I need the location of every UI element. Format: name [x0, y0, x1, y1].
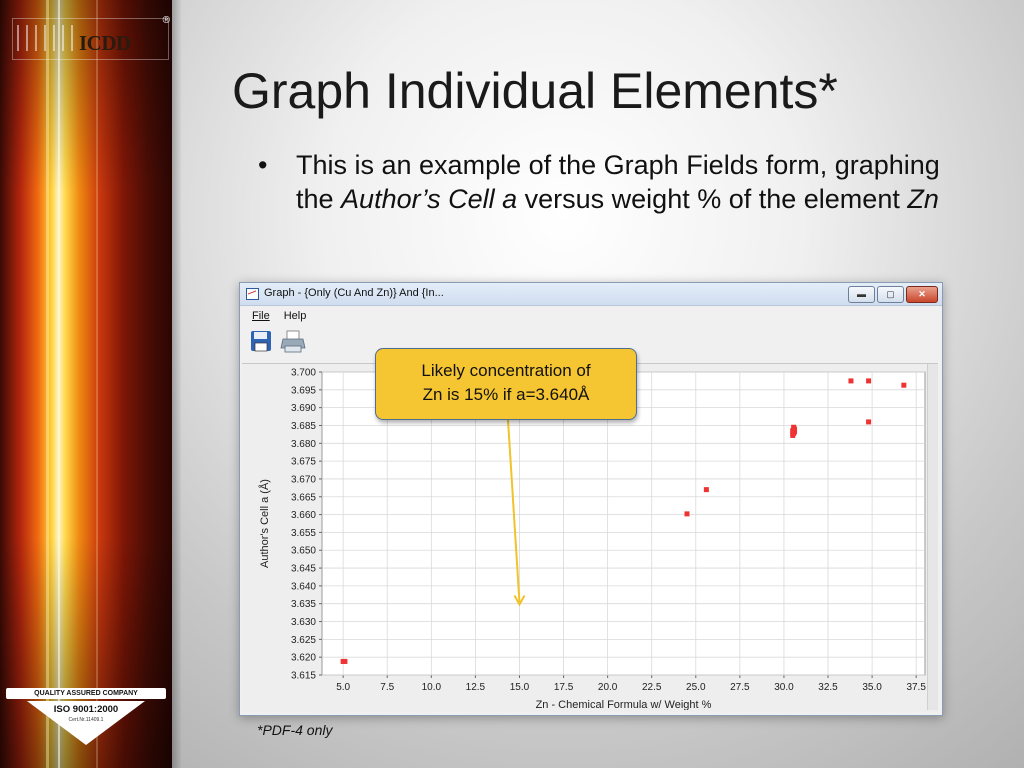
icdd-logo: ICDD ® — [12, 15, 170, 60]
data-point — [791, 424, 797, 430]
bullet-text-italic2: Zn — [907, 184, 939, 214]
iso-header: QUALITY ASSURED COMPANY — [6, 688, 166, 699]
print-icon[interactable] — [280, 330, 306, 354]
iso-standard: ISO 9001:2000 — [53, 704, 119, 715]
y-tick-label: 3.700 — [291, 368, 316, 379]
y-tick-label: 3.630 — [291, 617, 316, 628]
callout-box: Likely concentration of Zn is 15% if a=3… — [375, 348, 637, 420]
data-point — [901, 382, 907, 388]
callout-line2: Zn is 15% if a=3.640Å — [422, 385, 590, 404]
y-tick-label: 3.670 — [291, 474, 316, 485]
close-button[interactable]: ✕ — [906, 286, 938, 303]
y-axis-label: Author's Cell a (Å) — [258, 479, 271, 568]
x-tick-label: 35.0 — [862, 682, 882, 693]
save-icon[interactable] — [250, 330, 272, 352]
y-tick-label: 3.685 — [291, 421, 316, 432]
iso-badge: QUALITY ASSURED COMPANY ISO 9001:2000 Ce… — [6, 688, 166, 746]
x-axis-label: Zn - Chemical Formula w/ Weight % — [536, 699, 712, 710]
menu-bar: File Help — [240, 306, 942, 326]
iso-cert: Cert.Nr.11409.1 — [68, 717, 104, 723]
window-titlebar[interactable]: Graph - {Only (Cu And Zn)} And {In... ▬ … — [240, 283, 942, 306]
data-point — [342, 658, 348, 664]
slide-title: Graph Individual Elements* — [232, 63, 838, 119]
data-point — [866, 378, 872, 384]
light-streak — [96, 0, 98, 768]
bullet-item: • This is an example of the Graph Fields… — [258, 148, 948, 216]
iso-triangle: ISO 9001:2000 Cert.Nr.11409.1 — [27, 701, 145, 745]
callout-line1: Likely concentration of — [421, 361, 591, 380]
menu-file[interactable]: File — [252, 310, 270, 322]
y-tick-label: 3.665 — [291, 492, 316, 503]
y-tick-label: 3.625 — [291, 635, 316, 646]
x-tick-label: 37.5 — [906, 682, 926, 693]
x-tick-label: 30.0 — [774, 682, 794, 693]
light-streak — [46, 0, 49, 768]
logo-bars — [17, 25, 77, 51]
data-point — [684, 511, 690, 517]
x-tick-label: 27.5 — [730, 682, 750, 693]
x-tick-label: 15.0 — [510, 682, 530, 693]
y-tick-label: 3.640 — [291, 581, 316, 592]
left-decorative-panel: ICDD ® QUALITY ASSURED COMPANY ISO 9001:… — [0, 0, 172, 768]
plot-scrollbar[interactable] — [927, 364, 938, 710]
x-tick-label: 5.0 — [336, 682, 350, 693]
y-tick-label: 3.615 — [291, 671, 316, 682]
panel-shadow — [172, 0, 182, 768]
bullet-list: • This is an example of the Graph Fields… — [258, 148, 948, 216]
footnote: *PDF-4 only — [257, 722, 333, 738]
y-tick-label: 3.635 — [291, 599, 316, 610]
x-tick-label: 17.5 — [554, 682, 574, 693]
registered-mark: ® — [162, 15, 170, 26]
bullet-text-italic1: Author’s Cell a — [341, 184, 518, 214]
window-title: Graph - {Only (Cu And Zn)} And {In... — [264, 287, 444, 299]
data-point — [790, 430, 796, 436]
x-tick-label: 12.5 — [466, 682, 486, 693]
graph-app-icon — [246, 288, 259, 300]
bullet-dot: • — [258, 150, 268, 180]
y-tick-label: 3.695 — [291, 385, 316, 396]
icdd-logo-text: ICDD — [79, 31, 131, 55]
y-tick-label: 3.645 — [291, 564, 316, 575]
x-tick-label: 32.5 — [818, 682, 838, 693]
y-tick-label: 3.655 — [291, 528, 316, 539]
maximize-button[interactable]: ▢ — [877, 286, 904, 303]
bullet-text-part2: versus weight % of the element — [517, 184, 908, 214]
y-tick-label: 3.675 — [291, 457, 316, 468]
y-tick-label: 3.620 — [291, 653, 316, 664]
x-tick-label: 25.0 — [686, 682, 706, 693]
y-tick-label: 3.650 — [291, 546, 316, 557]
x-tick-label: 10.0 — [422, 682, 442, 693]
menu-help[interactable]: Help — [284, 310, 307, 322]
x-tick-label: 20.0 — [598, 682, 618, 693]
y-tick-label: 3.660 — [291, 510, 316, 521]
y-tick-label: 3.680 — [291, 439, 316, 450]
window-controls: ▬ ▢ ✕ — [848, 286, 938, 303]
data-point — [866, 419, 872, 425]
x-tick-label: 7.5 — [380, 682, 394, 693]
data-point — [703, 487, 709, 493]
light-streak — [58, 0, 60, 768]
data-point — [848, 378, 854, 384]
minimize-button[interactable]: ▬ — [848, 286, 875, 303]
x-tick-label: 22.5 — [642, 682, 662, 693]
y-tick-label: 3.690 — [291, 403, 316, 414]
